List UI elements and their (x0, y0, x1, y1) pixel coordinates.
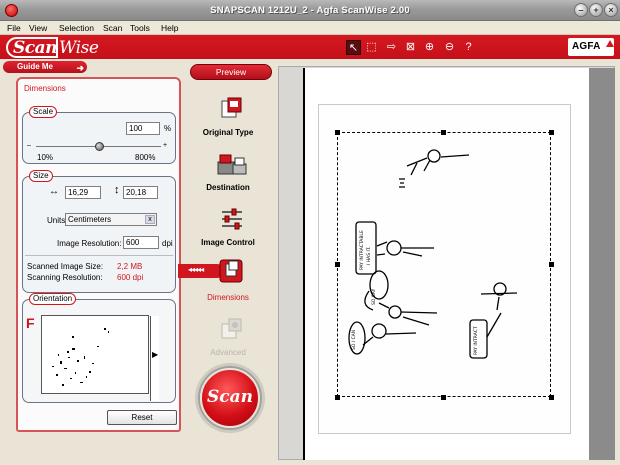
minus-icon: – (27, 142, 31, 149)
nav-dimensions-label: Dimensions (207, 293, 249, 302)
nav-destination-label: Destination (206, 183, 250, 192)
close-icon[interactable]: x (145, 215, 155, 224)
orientation-letter: F (26, 315, 35, 331)
selection-handle-bottom-right[interactable] (549, 395, 554, 400)
nav-advanced-label: Advanced (210, 348, 246, 357)
logo-scan-text: Scan (13, 38, 58, 58)
menu-help[interactable]: Help (161, 23, 178, 33)
selection-frame[interactable] (337, 132, 551, 397)
nav-image-control-label: Image Control (201, 238, 255, 247)
zoom-in-icon: ⊕ (424, 41, 435, 53)
plus-icon: + (163, 142, 168, 149)
reset-button[interactable]: Reset (107, 410, 177, 425)
crop-icon: ⊠ (405, 41, 416, 53)
scale-unit: % (164, 124, 172, 133)
nav-original-type-label: Original Type (202, 128, 254, 137)
scanning-res-label: Scanning Resolution: (27, 273, 103, 282)
dimensions-panel: Dimensions Scale 100 % – + 10% 800% Size… (16, 77, 181, 432)
help-icon: ? (465, 41, 472, 53)
menu-tools[interactable]: Tools (130, 23, 150, 33)
resolution-label: Image Resolution: (57, 239, 122, 248)
preview-button[interactable]: Preview (190, 64, 272, 80)
selection-handle-top-right[interactable] (549, 130, 554, 135)
divider (25, 255, 173, 256)
rotate-handle[interactable]: ▶ (150, 316, 159, 401)
selection-handle-top[interactable] (441, 130, 446, 135)
minimize-button[interactable]: – (574, 3, 588, 17)
move-tool[interactable]: ⇨ (384, 40, 399, 55)
destination-icon (217, 154, 247, 175)
selection-handle-top-left[interactable] (335, 130, 340, 135)
scale-max-label: 800% (135, 153, 156, 162)
close-button[interactable]: × (604, 3, 618, 17)
orientation-label: Orientation (29, 293, 77, 305)
advanced-icon (221, 318, 242, 339)
pointer-tool[interactable]: ↖ (346, 40, 361, 55)
resolution-unit: dpi (162, 239, 173, 248)
guide-me-label: Guide Me (17, 62, 54, 71)
units-select[interactable]: Centimeters x (65, 213, 157, 226)
app-window: SNAPSCAN 1212U_2 - Agfa ScanWise 2.00 – … (0, 0, 620, 465)
caret-right-icon: ▶ (152, 350, 159, 359)
size-label: Size (29, 170, 53, 182)
scale-min-label: 10% (37, 153, 54, 162)
selection-handle-right[interactable] (549, 262, 554, 267)
scale-group: Scale 100 % – + 10% 800% (22, 106, 176, 164)
orientation-thumbnail: ▶ (41, 315, 159, 401)
crop-tool[interactable]: ⊠ (403, 40, 418, 55)
scale-label: Scale (29, 106, 58, 118)
scan-button[interactable]: Scan (200, 368, 260, 428)
dimensions-icon (219, 259, 243, 283)
scale-slider-thumb[interactable] (94, 142, 104, 151)
zoom-out-icon: ⊖ (444, 41, 455, 53)
scanbed-margin (589, 68, 615, 460)
cursor-icon: ↖ (348, 42, 359, 54)
height-arrows-icon: ↕ (114, 184, 120, 196)
resolution-input[interactable]: 600 (123, 236, 159, 249)
scan-button-label: Scan (206, 387, 253, 407)
agfa-logo-text: AGFA (572, 41, 601, 52)
image-control-icon (222, 208, 242, 230)
height-input[interactable]: 20,18 (123, 186, 158, 199)
scanning-res-value: 600 dpi (117, 273, 144, 282)
zoom-out-tool[interactable]: ⊖ (442, 40, 457, 55)
menu-scan[interactable]: Scan (103, 23, 122, 33)
arrow-left-icon: ◂◂◂◂◂ (188, 265, 204, 274)
units-value: Centimeters (68, 215, 112, 224)
scanned-size-label: Scanned Image Size: (27, 262, 104, 271)
selection-handle-left[interactable] (335, 262, 340, 267)
scale-input[interactable]: 100 (126, 122, 160, 135)
thumbnail-sketch (52, 328, 109, 386)
help-tool[interactable]: ? (461, 40, 476, 55)
menu-view[interactable]: View (29, 23, 47, 33)
agfa-triangle-icon (606, 40, 614, 47)
menu-selection[interactable]: Selection (59, 23, 94, 33)
selection-handle-bottom-left[interactable] (335, 395, 340, 400)
window-title: SNAPSCAN 1212U_2 - Agfa ScanWise 2.00 (210, 5, 410, 16)
title-bar: SNAPSCAN 1212U_2 - Agfa ScanWise 2.00 – … (0, 0, 620, 21)
arrow-right-icon: ⇨ (386, 41, 397, 53)
marquee-icon: ⬚ (366, 41, 377, 53)
marquee-tool[interactable]: ⬚ (364, 40, 379, 55)
panel-title: Dimensions (24, 84, 66, 93)
arrow-right-icon: ➜ (76, 63, 84, 73)
logo-wise-text: Wise (59, 38, 99, 58)
width-arrows-icon: ↔ (49, 186, 59, 197)
scanned-size-value: 2,2 MB (117, 262, 143, 271)
menu-file[interactable]: File (7, 23, 21, 33)
menu-bar: File View Selection Scan Tools Help (0, 21, 620, 35)
selection-handle-bottom[interactable] (441, 395, 446, 400)
guide-me-button[interactable]: Guide Me ➜ (3, 61, 87, 73)
size-group: Size ↔ 16,29 ↕ 20,18 Units: Centimeters … (22, 170, 176, 293)
width-input[interactable]: 16,29 (65, 186, 101, 199)
maximize-button[interactable]: + (589, 3, 603, 17)
scanwise-logo: Scan Wise (6, 37, 110, 60)
zoom-in-tool[interactable]: ⊕ (422, 40, 437, 55)
original-type-icon (221, 97, 242, 118)
agfa-logo: AGFA (568, 38, 614, 56)
